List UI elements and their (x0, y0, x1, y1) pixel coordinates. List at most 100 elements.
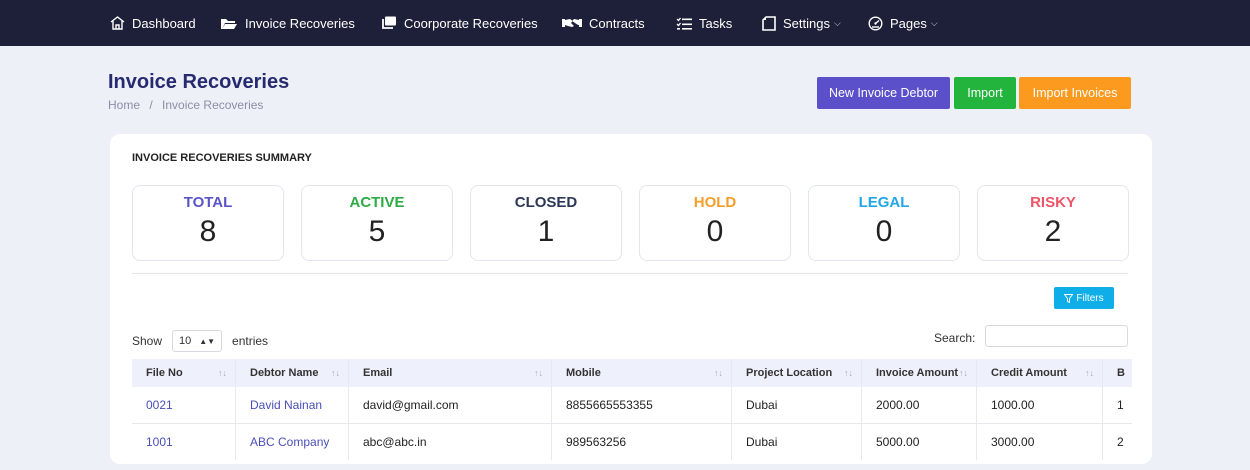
show-label: Show (132, 334, 163, 348)
cell-project-location: Dubai (732, 387, 862, 423)
stat-value: 1 (537, 215, 555, 248)
column-label: Mobile (566, 367, 601, 379)
page-title: Invoice Recoveries (108, 71, 290, 93)
stat-hold[interactable]: HOLD 0 (639, 185, 791, 261)
table-row[interactable]: 1001 ABC Company abc@abc.in 989563256 Du… (132, 424, 1132, 460)
sort-icon: ↑↓ (714, 368, 723, 378)
import-button[interactable]: Import (954, 77, 1016, 109)
nav-contracts[interactable]: Contracts (562, 0, 645, 46)
debtor-name-link[interactable]: ABC Company (250, 435, 329, 449)
import-invoices-button[interactable]: Import Invoices (1019, 77, 1131, 109)
entries-label: entries (232, 334, 269, 348)
chevron-down-icon: ⌵ (833, 17, 841, 28)
cell-invoice-amount: 5000.00 (862, 424, 977, 460)
stat-label: HOLD (693, 194, 737, 211)
nav-label: Invoice Recoveries (245, 15, 355, 31)
sort-icon: ↑↓ (959, 368, 968, 378)
nav-label: Coorporate Recoveries (404, 15, 538, 31)
gauge-icon (868, 15, 883, 31)
nav-label: Contracts (589, 15, 645, 31)
column-header-email[interactable]: Email ↑↓ (349, 359, 552, 387)
stat-risky[interactable]: RISKY 2 (977, 185, 1129, 261)
cell-b: 1 (1103, 387, 1132, 423)
column-header-project-location[interactable]: Project Location ↑↓ (732, 359, 862, 387)
column-header-debtor-name[interactable]: Debtor Name ↑↓ (236, 359, 349, 387)
nav-pages[interactable]: Pages ⌵ (868, 0, 938, 46)
column-label: Project Location (746, 367, 833, 379)
stat-closed[interactable]: CLOSED 1 (470, 185, 622, 261)
cell-file-no: 1001 (132, 424, 236, 460)
column-header-invoice-amount[interactable]: Invoice Amount ↑↓ (862, 359, 977, 387)
column-header-b[interactable]: B (1103, 359, 1132, 387)
summary-title: INVOICE RECOVERIES SUMMARY (132, 152, 312, 164)
breadcrumb-separator: / (149, 98, 153, 112)
sort-icon: ↑↓ (534, 368, 543, 378)
cell-debtor-name: David Nainan (236, 387, 349, 423)
folder-icon (221, 18, 237, 29)
page-length-control: Show 10 ▲▼ entries (132, 330, 268, 352)
nav-dashboard[interactable]: Dashboard (110, 0, 196, 46)
table-header-row: File No ↑↓ Debtor Name ↑↓ Email ↑↓ Mobile ↑↓… (132, 359, 1132, 387)
file-no-link[interactable]: 1001 (146, 435, 173, 449)
stat-total[interactable]: TOTAL 8 (132, 185, 284, 261)
stat-value: 0 (706, 215, 724, 248)
nav-coorporate-recoveries[interactable]: Coorporate Recoveries (381, 0, 538, 46)
column-label: File No (146, 367, 183, 379)
recoveries-table: File No ↑↓ Debtor Name ↑↓ Email ↑↓ Mobile ↑↓… (132, 359, 1132, 470)
cell-file-no: 0021 (132, 387, 236, 423)
top-navbar: Dashboard Invoice Recoveries Coorporate … (0, 0, 1250, 46)
cell-mobile: 8855665553355 (552, 387, 732, 423)
cell-email: david@gmail.com (349, 387, 552, 423)
stat-label: CLOSED (514, 194, 578, 211)
summary-card: INVOICE RECOVERIES SUMMARY TOTAL 8 ACTIV… (110, 134, 1152, 464)
column-label: Debtor Name (250, 367, 319, 379)
column-label: Credit Amount (991, 367, 1067, 379)
nav-tasks[interactable]: Tasks (676, 0, 732, 46)
stat-value: 8 (199, 215, 217, 248)
cell-mobile: 989563256 (552, 424, 732, 460)
doc-icon (762, 15, 776, 31)
breadcrumb-home[interactable]: Home (108, 98, 140, 112)
column-label: Email (363, 367, 393, 379)
cell-invoice-amount: 2000.00 (862, 387, 977, 423)
nav-label: Pages (890, 15, 927, 31)
copy-icon (382, 16, 396, 29)
sort-icon: ↑↓ (1085, 368, 1094, 378)
stat-value: 2 (1044, 215, 1062, 248)
chevron-down-icon: ⌵ (930, 17, 938, 28)
divider (132, 273, 1128, 274)
stat-value: 0 (875, 215, 893, 248)
debtor-name-link[interactable]: David Nainan (250, 398, 322, 412)
table-row[interactable]: 0021 David Nainan david@gmail.com 885566… (132, 387, 1132, 424)
list-check-icon (676, 17, 692, 30)
new-invoice-debtor-button[interactable]: New Invoice Debtor (817, 77, 950, 109)
column-header-file-no[interactable]: File No ↑↓ (132, 359, 236, 387)
stat-label: ACTIVE (349, 194, 405, 211)
cell-debtor-name: ABC Company (236, 424, 349, 460)
page-length-select[interactable]: 10 ▲▼ (172, 330, 223, 352)
search-label: Search: (934, 331, 976, 345)
stat-legal[interactable]: LEGAL 0 (808, 185, 960, 261)
column-label: B (1117, 367, 1125, 379)
column-header-mobile[interactable]: Mobile ↑↓ (552, 359, 732, 387)
cell-project-location: Dubai (732, 424, 862, 460)
filters-button[interactable]: Filters (1054, 287, 1114, 309)
stat-label: LEGAL (858, 194, 910, 211)
cell-b: 2 (1103, 424, 1132, 460)
nav-invoice-recoveries[interactable]: Invoice Recoveries (220, 0, 355, 46)
nav-settings[interactable]: Settings ⌵ (762, 0, 841, 46)
breadcrumb-current: Invoice Recoveries (162, 98, 264, 112)
search-input[interactable] (985, 325, 1128, 347)
cell-credit-amount: 1000.00 (977, 387, 1103, 423)
file-no-link[interactable]: 0021 (146, 398, 173, 412)
sort-icon: ↑↓ (218, 368, 227, 378)
stat-label: TOTAL (183, 194, 233, 211)
nav-label: Tasks (699, 15, 733, 31)
stat-active[interactable]: ACTIVE 5 (301, 185, 453, 261)
stat-label: RISKY (1030, 194, 1076, 211)
sort-icon: ↑↓ (844, 368, 853, 378)
sort-updown-icon: ▲▼ (199, 336, 216, 346)
nav-label: Dashboard (132, 15, 196, 31)
column-header-credit-amount[interactable]: Credit Amount ↑↓ (977, 359, 1103, 387)
filters-label: Filters (1076, 292, 1104, 304)
